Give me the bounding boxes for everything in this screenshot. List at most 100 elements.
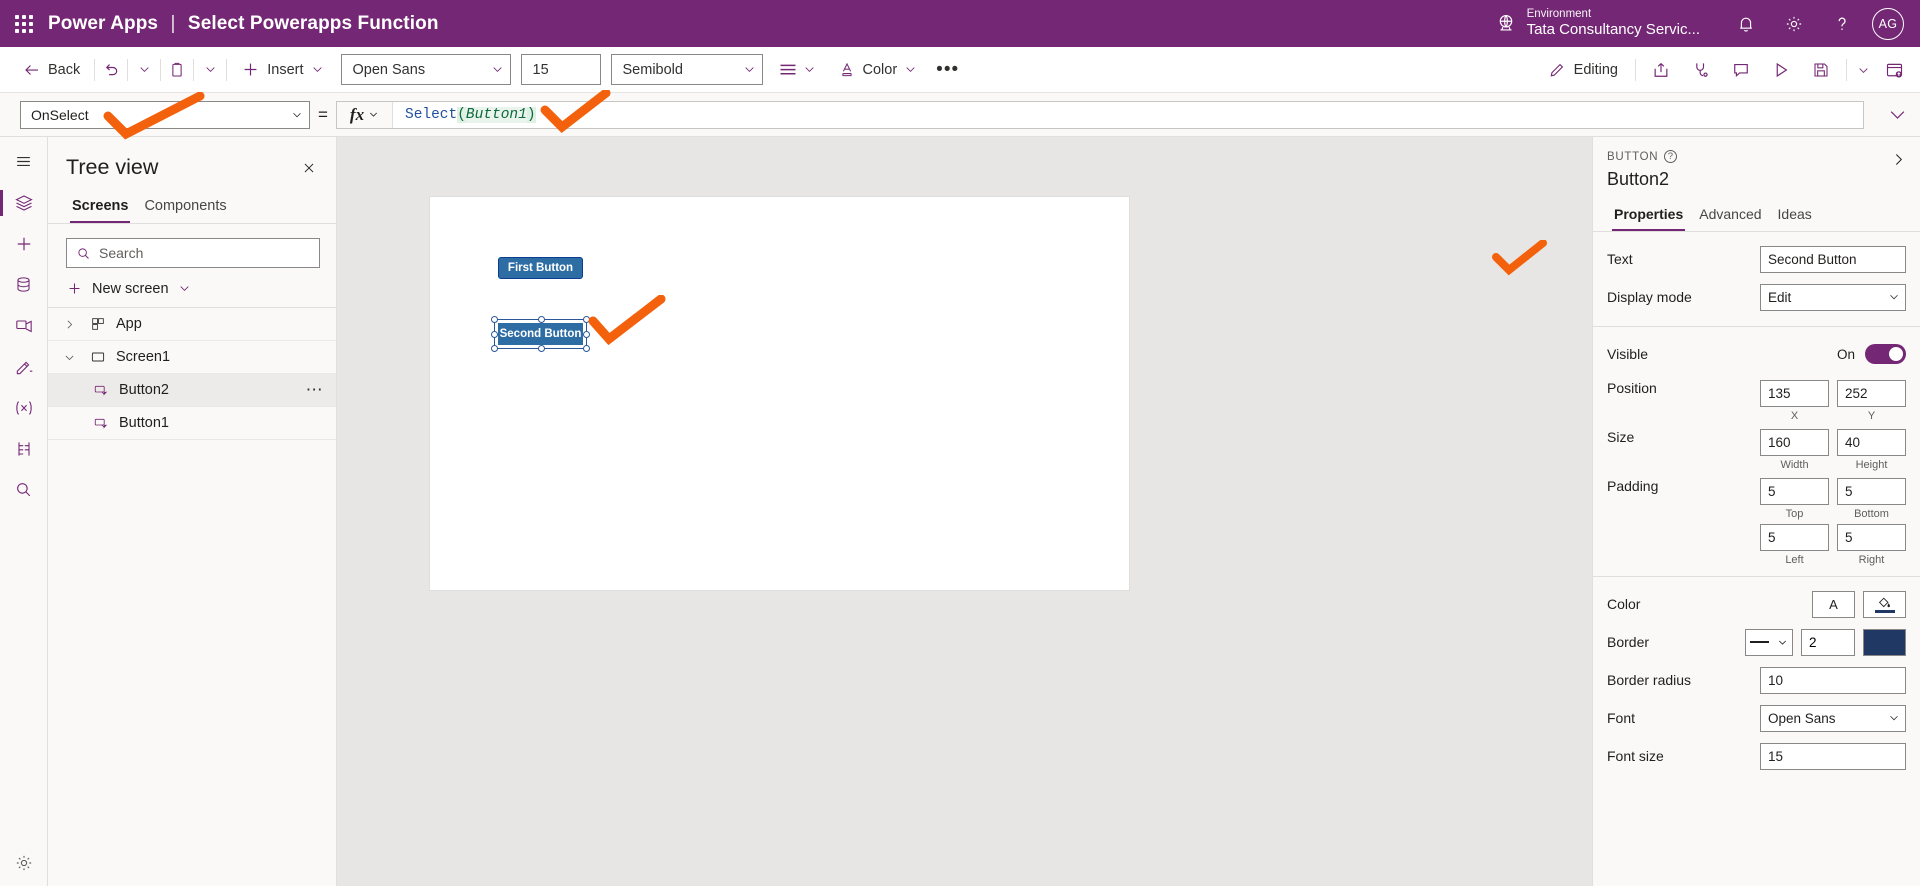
app-screen-canvas[interactable]: First Button Second Button — [430, 197, 1129, 590]
border-color-swatch[interactable] — [1863, 628, 1906, 656]
resize-handle-e[interactable] — [583, 331, 590, 338]
settings-button[interactable] — [1770, 0, 1818, 47]
color-button[interactable]: Color — [829, 53, 927, 87]
paste-dropdown[interactable] — [199, 53, 221, 87]
fx-dropdown-button[interactable]: fx — [337, 101, 393, 128]
notifications-button[interactable] — [1722, 0, 1770, 47]
padding-top-cell: 5 Top — [1760, 478, 1829, 520]
sidebar-item-tree-view[interactable] — [0, 182, 48, 223]
formula-input[interactable]: Select(Button1) — [393, 106, 1863, 123]
tree-node-button2[interactable]: Button2 ⋯ — [48, 374, 336, 407]
resize-handle-w[interactable] — [491, 331, 498, 338]
border-width-input[interactable]: 2 — [1801, 628, 1855, 656]
sidebar-item-media[interactable] — [0, 305, 48, 346]
tab-ideas[interactable]: Ideas — [1771, 202, 1819, 231]
save-button[interactable] — [1801, 51, 1841, 89]
font-size-value: 15 — [1768, 748, 1784, 764]
avatar[interactable]: AG — [1872, 7, 1904, 40]
resize-handle-n[interactable] — [538, 316, 545, 323]
overflow-menu-button[interactable]: ••• — [926, 53, 969, 87]
search-input[interactable] — [99, 245, 310, 261]
tab-properties[interactable]: Properties — [1607, 202, 1690, 232]
tree-node-screen1[interactable]: Screen1 — [48, 341, 336, 374]
environment-selector[interactable]: Environment Tata Consultancy Servic... — [1495, 7, 1700, 40]
font-family-select[interactable]: Open Sans — [340, 54, 511, 85]
font-size-input[interactable]: 15 — [1760, 742, 1906, 770]
back-button[interactable]: Back — [14, 53, 89, 87]
padding-top-input[interactable]: 5 — [1760, 478, 1829, 505]
editing-mode-button[interactable]: Editing — [1535, 53, 1630, 87]
help-button[interactable] — [1818, 0, 1866, 47]
resize-handle-nw[interactable] — [491, 316, 498, 323]
text-color-button[interactable]: A — [1812, 590, 1855, 618]
visible-toggle[interactable] — [1865, 344, 1906, 364]
property-select[interactable]: OnSelect — [20, 100, 310, 129]
chevron-down-icon[interactable] — [58, 352, 80, 363]
padding-bottom-input[interactable]: 5 — [1837, 478, 1906, 505]
size-height-input[interactable]: 40 — [1837, 429, 1906, 456]
search-box[interactable] — [66, 238, 320, 268]
settings-gear-icon[interactable] — [0, 842, 48, 883]
publish-button[interactable] — [1874, 51, 1914, 89]
formula-input-wrapper[interactable]: fx Select(Button1) — [336, 100, 1864, 129]
paste-button[interactable] — [166, 53, 188, 87]
panel-collapse-button[interactable] — [1886, 147, 1910, 171]
position-x-input[interactable]: 135 — [1760, 380, 1829, 407]
undo-button[interactable] — [100, 53, 122, 87]
chevron-right-icon[interactable] — [58, 319, 80, 330]
canvas-scroll-region[interactable]: First Button Second Button — [337, 137, 1592, 886]
sidebar-item-search[interactable] — [0, 469, 48, 510]
new-screen-button[interactable]: New screen — [48, 270, 336, 308]
canvas-button-first[interactable]: First Button — [498, 257, 583, 279]
tree-node-button1[interactable]: Button1 — [48, 407, 336, 440]
question-circle-icon[interactable]: ? — [1664, 150, 1678, 163]
insert-label: Insert — [267, 61, 304, 78]
resize-handle-sw[interactable] — [491, 345, 498, 352]
size-width-input[interactable]: 160 — [1760, 429, 1829, 456]
text-input[interactable]: Second Button — [1760, 245, 1906, 273]
undo-dropdown[interactable] — [133, 53, 155, 87]
share-button[interactable] — [1641, 51, 1681, 89]
font-size-input[interactable]: 15 — [520, 54, 601, 85]
preview-button[interactable] — [1761, 51, 1801, 89]
app-checker-button[interactable] — [1681, 51, 1721, 89]
hamburger-icon[interactable] — [0, 141, 48, 182]
font-select[interactable]: Open Sans — [1760, 704, 1906, 732]
text-align-dropdown[interactable] — [799, 53, 821, 87]
tab-screens[interactable]: Screens — [66, 193, 134, 224]
font-weight-select[interactable]: Semibold — [610, 54, 763, 85]
close-icon[interactable] — [296, 155, 322, 181]
fill-color-button[interactable] — [1863, 590, 1906, 618]
padding-left-input[interactable]: 5 — [1760, 524, 1829, 551]
save-dropdown[interactable] — [1852, 53, 1874, 87]
insert-button[interactable]: Insert — [232, 53, 332, 87]
padding-right-value: 5 — [1845, 530, 1853, 545]
tree-node-app[interactable]: App — [48, 308, 336, 341]
sidebar-item-insert[interactable] — [0, 223, 48, 264]
app-launcher-button[interactable] — [0, 14, 48, 33]
text-align-button[interactable] — [777, 53, 799, 87]
padding-left-cell: 5 Left — [1760, 524, 1829, 566]
resize-handle-ne[interactable] — [583, 316, 590, 323]
border-radius-input[interactable]: 10 — [1760, 666, 1906, 694]
property-row-color: Color A — [1607, 585, 1906, 623]
comments-button[interactable] — [1721, 51, 1761, 89]
sidebar-item-variables[interactable] — [0, 387, 48, 428]
border-style-select[interactable] — [1745, 628, 1793, 656]
formula-bar-expand-button[interactable] — [1874, 93, 1920, 137]
sidebar-item-advanced-tools[interactable] — [0, 428, 48, 469]
resize-handle-s[interactable] — [538, 345, 545, 352]
resize-handle-se[interactable] — [583, 345, 590, 352]
size-label: Size — [1607, 429, 1635, 445]
text-label: Text — [1607, 251, 1633, 267]
tab-advanced[interactable]: Advanced — [1692, 202, 1768, 231]
sidebar-item-theme[interactable] — [0, 346, 48, 387]
padding-right-input[interactable]: 5 — [1837, 524, 1906, 551]
tab-components[interactable]: Components — [138, 193, 232, 223]
position-y-input[interactable]: 252 — [1837, 380, 1906, 407]
property-select-value: OnSelect — [31, 106, 89, 123]
formula-close-paren: ) — [526, 106, 536, 123]
display-mode-select[interactable]: Edit — [1760, 283, 1906, 311]
ellipsis-icon[interactable]: ⋯ — [306, 380, 324, 400]
sidebar-item-data[interactable] — [0, 264, 48, 305]
